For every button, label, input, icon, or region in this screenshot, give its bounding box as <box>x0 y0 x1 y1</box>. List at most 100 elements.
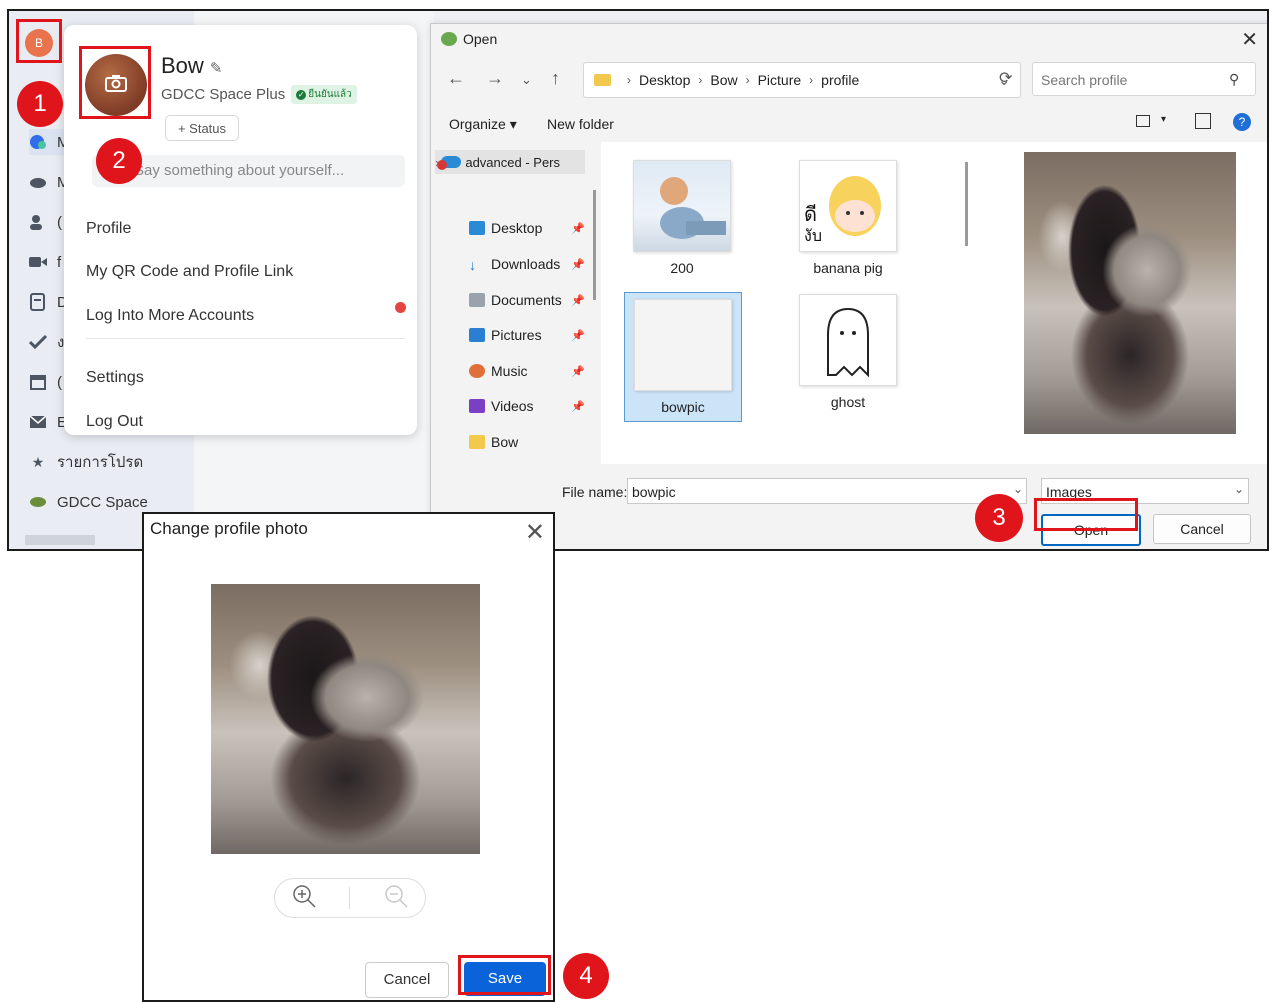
file-item[interactable]: ดี งับ banana pig <box>790 160 906 276</box>
nav-downloads[interactable]: ↓ Downloads <box>469 256 561 273</box>
nav-label: Pictures <box>491 327 542 343</box>
zoom-out-icon[interactable] <box>383 883 409 914</box>
chat-icon <box>29 133 47 151</box>
folder-icon <box>594 74 611 86</box>
cloud-icon <box>29 173 47 191</box>
file-list-scrollbar[interactable] <box>965 162 968 246</box>
organize-label: Organize <box>449 116 506 132</box>
cancel-button[interactable]: Cancel <box>1153 514 1251 544</box>
photo-crop-preview[interactable] <box>211 584 480 854</box>
nav-label: Desktop <box>491 220 543 236</box>
file-name-input[interactable]: bowpic <box>627 478 1027 504</box>
preview-pane-icon[interactable] <box>1195 113 1211 129</box>
organize-menu[interactable]: Organize ▾ <box>449 116 517 133</box>
chevron-down-icon[interactable]: ⌄ <box>521 72 532 88</box>
file-name-dropdown-icon[interactable]: ⌄ <box>1013 482 1023 496</box>
nav-bow[interactable]: Bow <box>469 434 518 450</box>
edit-pencil-icon[interactable]: ✎ <box>210 60 223 77</box>
pin-icon: 📌 <box>571 366 585 378</box>
file-type-dropdown-icon[interactable]: ⌄ <box>1234 482 1244 496</box>
breadcrumb-bow[interactable]: Bow <box>710 72 737 88</box>
file-item[interactable]: ghost <box>790 294 906 410</box>
help-icon[interactable]: ? <box>1233 113 1251 131</box>
view-options-icon[interactable] <box>1136 115 1150 127</box>
thumbnail-ghost <box>799 294 897 386</box>
crumb-separator: › <box>809 73 814 87</box>
nav-pictures[interactable]: Pictures <box>469 327 542 343</box>
pin-icon: 📌 <box>571 295 585 307</box>
cloud-sync-error-icon <box>437 156 462 170</box>
address-bar[interactable]: › Desktop › Bow › Picture › profile ⌄ <box>583 62 1021 98</box>
dialog-bottom-bar: File name: bowpic ⌄ Images ⌄ Open Cancel <box>431 464 1267 549</box>
file-item[interactable]: 200 <box>624 160 740 276</box>
pin-icon: 📌 <box>571 223 585 235</box>
menu-settings[interactable]: Settings <box>86 369 144 387</box>
file-name: 200 <box>670 260 694 276</box>
preview-image <box>1024 152 1236 434</box>
download-icon: ↓ <box>469 257 476 273</box>
navigation-pane: › advanced - Pers Desktop 📌 ↓ Downloads 📌… <box>431 142 601 464</box>
breadcrumb-picture[interactable]: Picture <box>758 72 802 88</box>
verified-label: ยืนยันแล้ว <box>308 89 352 100</box>
menu-profile[interactable]: Profile <box>86 220 131 238</box>
breadcrumb-desktop[interactable]: Desktop <box>639 72 690 88</box>
dialog-title: Open <box>463 31 498 47</box>
highlight-open-button <box>1034 498 1138 531</box>
plan-row: GDCC Space Plus ✓ ยืนยันแล้ว <box>161 85 357 104</box>
notification-dot <box>395 302 406 313</box>
svg-text:ดี: ดี <box>804 202 817 226</box>
nav-label: Downloads <box>491 256 561 272</box>
zoom-divider <box>349 887 351 909</box>
svg-text:งับ: งับ <box>804 226 822 245</box>
highlight-save-button <box>458 955 551 995</box>
search-icon: ⚲ <box>1229 71 1240 87</box>
menu-qr-code[interactable]: My QR Code and Profile Link <box>86 263 293 281</box>
file-item-selected[interactable]: bowpic <box>624 292 742 422</box>
desktop-icon <box>469 221 485 235</box>
status-button[interactable]: + Status <box>165 115 239 141</box>
menu-divider <box>86 338 405 339</box>
top-screenshot: B M M ( f D ง ( E <box>7 9 1269 551</box>
menu-more-accounts[interactable]: Log Into More Accounts <box>86 307 254 325</box>
sidebar-item-label: f <box>57 253 62 271</box>
zoom-in-icon[interactable] <box>291 883 317 914</box>
forward-arrow-icon[interactable]: → <box>486 68 504 89</box>
file-name: banana pig <box>813 260 883 276</box>
nav-music[interactable]: Music <box>469 363 528 379</box>
sidebar-item-label: ( <box>57 373 62 391</box>
back-arrow-icon[interactable]: ← <box>447 68 465 89</box>
nav-scrollbar[interactable] <box>593 190 596 300</box>
docs-icon <box>29 293 47 311</box>
video-icon <box>29 253 47 271</box>
breadcrumb-profile[interactable]: profile <box>821 72 859 88</box>
view-dropdown-icon[interactable]: ▾ <box>1161 114 1166 125</box>
search-input[interactable]: Search profile <box>1032 62 1256 96</box>
open-file-dialog: Open ✕ ← → ⌄ ↑ › Desktop › Bow › Picture… <box>430 23 1267 549</box>
nav-documents[interactable]: Documents <box>469 292 562 308</box>
nav-label: Bow <box>491 434 519 450</box>
cancel-button[interactable]: Cancel <box>365 962 449 998</box>
nav-desktop[interactable]: Desktop <box>469 220 542 236</box>
up-arrow-icon[interactable]: ↑ <box>551 68 560 89</box>
nav-videos[interactable]: Videos <box>469 398 534 414</box>
file-name: bowpic <box>661 399 705 415</box>
pictures-icon <box>469 328 485 342</box>
crumb-separator: › <box>627 73 631 87</box>
nav-onedrive-label: advanced - Pers <box>465 154 561 170</box>
refresh-icon[interactable]: ⟳ <box>999 68 1012 88</box>
sidebar-item-favorites[interactable]: ★ รายการโปรด <box>29 449 189 475</box>
highlight-profile-photo <box>79 46 151 119</box>
close-icon[interactable]: ✕ <box>525 518 545 547</box>
star-icon: ★ <box>31 453 45 470</box>
file-list: 200 ดี งับ banana pig bowpic ghost <box>604 142 968 464</box>
close-icon[interactable]: ✕ <box>1241 27 1258 52</box>
dialog-titlebar: Open ✕ <box>431 24 1267 54</box>
highlight-avatar <box>16 19 62 63</box>
step-2-badge: 2 <box>96 138 142 184</box>
zoom-controls <box>274 878 426 918</box>
dialog-title: Change profile photo <box>150 519 308 538</box>
menu-log-out[interactable]: Log Out <box>86 413 143 431</box>
new-folder-button[interactable]: New folder <box>547 116 614 132</box>
file-name: ghost <box>830 394 866 410</box>
nav-onedrive[interactable]: › advanced - Pers <box>435 150 585 174</box>
